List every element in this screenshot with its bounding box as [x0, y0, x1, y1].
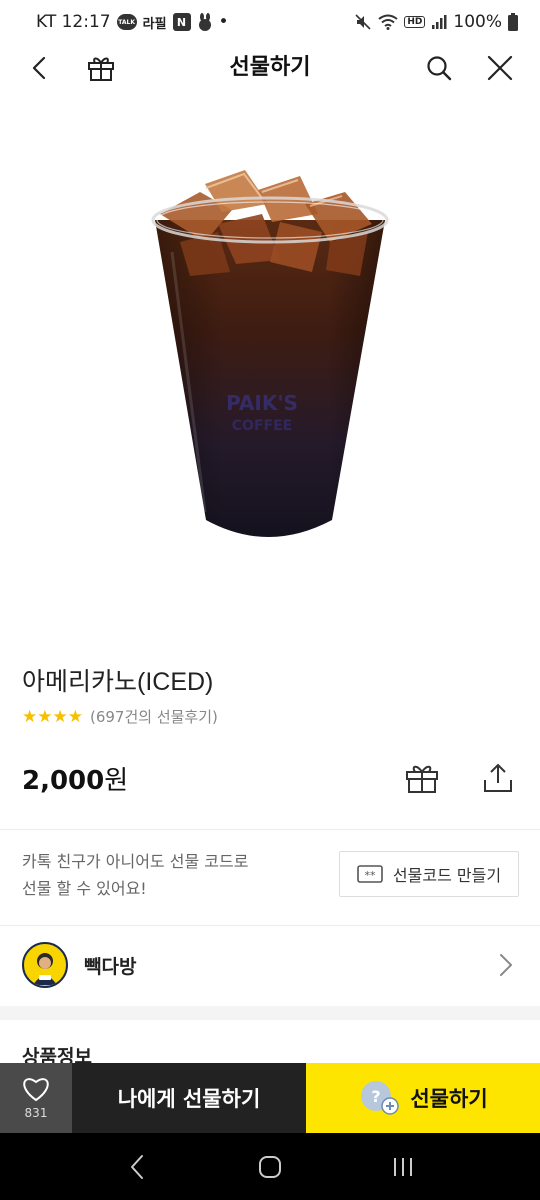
create-gift-code-label: 선물코드 만들기	[392, 866, 502, 885]
search-icon	[427, 56, 452, 81]
app-notification-text: 라필	[142, 16, 167, 32]
section-separator	[0, 1006, 540, 1020]
like-button[interactable]: 831	[0, 1063, 72, 1133]
chevron-right-icon	[494, 953, 518, 977]
close-icon	[487, 55, 513, 81]
like-count: 831	[24, 1106, 48, 1120]
svg-text:?: ?	[372, 1087, 381, 1106]
brand-logo-icon	[33, 953, 57, 985]
search-button[interactable]	[419, 48, 459, 88]
rating-row[interactable]: ★★★★ (697건의 선물후기)	[22, 706, 218, 727]
nav-home-icon	[258, 1155, 281, 1178]
create-gift-code-button[interactable]: ** 선물코드 만들기	[339, 851, 519, 897]
nav-recents-button[interactable]	[383, 1147, 423, 1187]
bottom-action-bar: 831 나에게 선물하기 ? 선물하기	[0, 1063, 540, 1133]
divider	[0, 829, 540, 830]
nav-back-button[interactable]	[117, 1147, 157, 1187]
svg-text:PAIK'S: PAIK'S	[226, 391, 298, 415]
share-icon	[484, 763, 512, 792]
gift-label: 선물하기	[410, 1087, 488, 1111]
gift-wishlist-button[interactable]	[402, 758, 442, 798]
app-bar: 선물하기	[0, 44, 540, 92]
brand-logo	[22, 942, 68, 988]
nav-recents-icon	[394, 1157, 413, 1176]
mute-icon	[354, 13, 372, 31]
gift-button[interactable]: ? 선물하기	[306, 1063, 540, 1133]
signal-icon	[431, 14, 447, 30]
system-nav-bar	[0, 1133, 540, 1200]
svg-text:COFFEE: COFFEE	[232, 418, 292, 434]
price-actions	[402, 758, 518, 798]
rabbit-icon	[197, 13, 213, 31]
share-button[interactable]	[478, 758, 518, 798]
gift-code-description: 카톡 친구가 아니어도 선물 코드로 선물 할 수 있어요!	[22, 852, 249, 898]
gift-box-icon	[406, 765, 438, 793]
back-button[interactable]	[20, 48, 60, 88]
svg-text:**: **	[364, 869, 376, 882]
rating-stars: ★★★★	[22, 706, 83, 727]
gift-icon	[88, 57, 114, 81]
hd-voice-icon: HD	[404, 16, 426, 28]
review-count: (697건의 선물후기)	[89, 708, 218, 726]
add-friend-gift-icon: ?	[361, 1081, 400, 1115]
wifi-icon	[378, 14, 398, 30]
ticket-code-icon: **	[357, 865, 383, 883]
nav-home-button[interactable]	[250, 1147, 290, 1187]
product-image: PAIK'S COFFEE	[0, 92, 540, 652]
heart-icon	[23, 1078, 49, 1102]
battery-percent: 100%	[453, 12, 502, 32]
battery-icon	[508, 13, 518, 31]
price: 2,000원	[22, 760, 128, 797]
nav-back-icon	[130, 1154, 143, 1179]
product-name: 아메리카노(ICED)	[22, 668, 214, 696]
brand-row[interactable]: 빽다방	[0, 927, 540, 1003]
gift-box-button[interactable]	[81, 48, 121, 88]
gift-to-me-label: 나에게 선물하기	[117, 1087, 261, 1111]
app-square-icon: N	[172, 13, 191, 31]
carrier-time: KT 12:17	[36, 12, 111, 32]
brand-name: 빽다방	[84, 955, 137, 978]
gift-to-me-button[interactable]: 나에게 선물하기	[72, 1063, 306, 1133]
price-value: 2,000	[22, 766, 105, 796]
talk-notification-icon: TALK	[116, 14, 137, 30]
more-notifications-dot: •	[218, 12, 229, 32]
status-bar: KT 12:17 TALK 라필 N • HD 100%	[0, 0, 540, 44]
price-unit: 원	[104, 766, 129, 796]
close-button[interactable]	[480, 48, 520, 88]
divider	[0, 925, 540, 926]
back-arrow-icon	[32, 56, 46, 80]
iced-americano-cup-image: PAIK'S COFFEE	[151, 170, 389, 537]
